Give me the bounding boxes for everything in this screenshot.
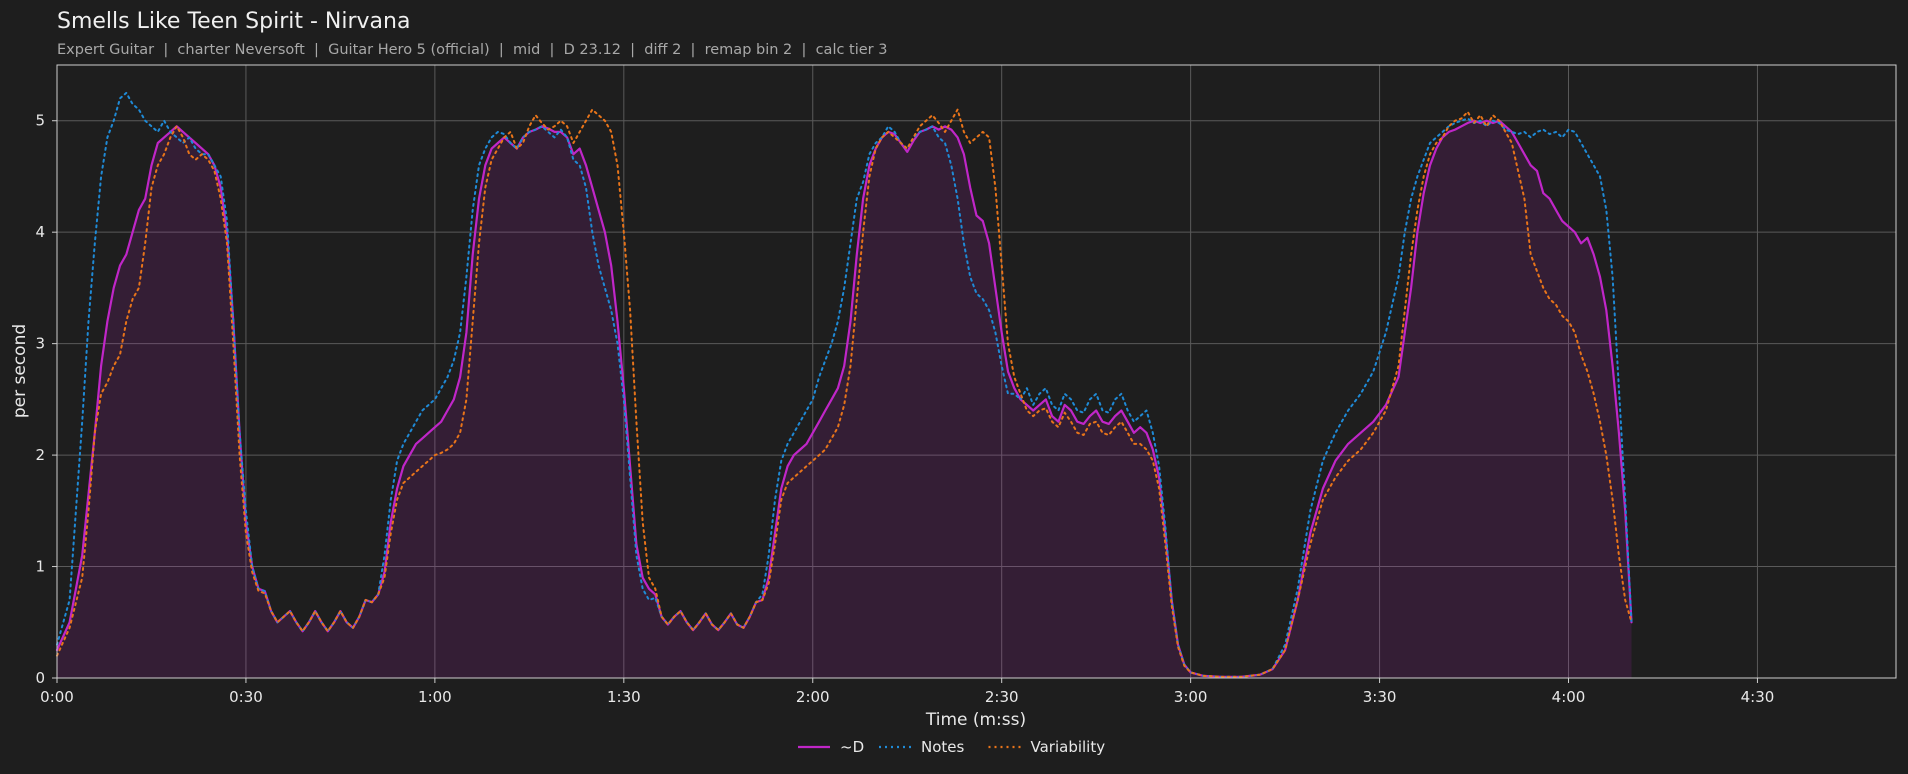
x-tick-label: 4:30 [1741, 688, 1775, 706]
x-tick-label: 0:00 [40, 688, 74, 706]
legend-item-variability: Variability [988, 738, 1106, 756]
chart-subtitle: Expert Guitar | charter Neversoft | Guit… [57, 42, 887, 58]
y-axis-label: per second [10, 324, 30, 418]
chart-title: Smells Like Teen Spirit - Nirvana [57, 9, 410, 34]
legend: ~D Notes Variability [798, 738, 1105, 756]
x-tick-label: 3:00 [1174, 688, 1208, 706]
x-tick-label: 0:30 [229, 688, 263, 706]
x-tick-label: 2:30 [985, 688, 1019, 706]
legend-label: Variability [1031, 738, 1106, 756]
legend-item-d: ~D [798, 738, 864, 756]
x-tick-label: 1:00 [418, 688, 452, 706]
series-fill-d [57, 120, 1632, 678]
chart-container: Smells Like Teen Spirit - Nirvana Expert… [0, 0, 1908, 774]
y-tick-label: 1 [35, 558, 45, 576]
series-fills [57, 120, 1632, 678]
y-ticks: 0 1 2 3 4 5 [35, 112, 57, 687]
legend-item-notes: Notes [879, 738, 965, 756]
x-tick-label: 1:30 [607, 688, 641, 706]
y-tick-label: 2 [35, 446, 45, 464]
legend-label: Notes [921, 738, 965, 756]
chart-svg: Smells Like Teen Spirit - Nirvana Expert… [10, 9, 1897, 756]
x-tick-label: 2:00 [796, 688, 830, 706]
y-tick-label: 0 [35, 669, 45, 687]
y-tick-label: 5 [35, 112, 45, 130]
x-ticks: 0:00 0:30 1:00 1:30 2:00 2:30 3:00 3:30 4:00 4:30 [40, 678, 1774, 706]
x-tick-label: 4:00 [1552, 688, 1586, 706]
x-axis-label: Time (m:ss) [925, 710, 1026, 730]
y-tick-label: 4 [35, 223, 45, 241]
x-tick-label: 3:30 [1363, 688, 1397, 706]
y-tick-label: 3 [35, 335, 45, 353]
legend-label: ~D [840, 738, 864, 756]
